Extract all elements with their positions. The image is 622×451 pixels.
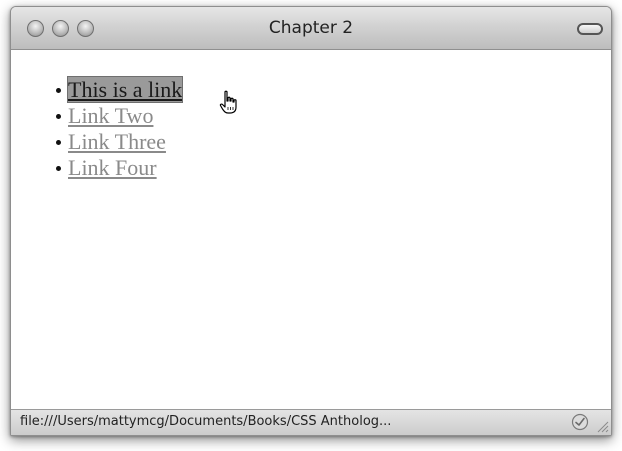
bullet-icon <box>56 88 61 93</box>
status-url: file:///Users/mattymcg/Documents/Books/C… <box>20 414 392 429</box>
link-4[interactable]: Link Four <box>68 155 157 180</box>
link-2[interactable]: Link Two <box>68 103 153 128</box>
title-bar[interactable]: Chapter 2 <box>11 7 611 50</box>
status-bar: file:///Users/mattymcg/Documents/Books/C… <box>11 409 611 435</box>
list-item: Link Three <box>56 129 182 155</box>
list-item: This is a link <box>56 76 184 103</box>
bullet-icon <box>56 114 61 119</box>
toolbar-toggle-button[interactable] <box>577 23 603 35</box>
bullet-icon <box>56 140 61 145</box>
check-icon <box>571 413 589 431</box>
bullet-icon <box>56 166 61 171</box>
list-item: Link Four <box>56 155 182 181</box>
pointing-hand-cursor-icon <box>219 90 237 114</box>
link-1[interactable]: This is a link <box>66 76 184 103</box>
page-content: This is a link Link Two Link Three Link … <box>11 50 611 410</box>
link-3[interactable]: Link Three <box>68 129 166 154</box>
resize-grip-icon[interactable] <box>595 419 609 433</box>
link-list: This is a link Link Two Link Three Link … <box>56 76 184 181</box>
browser-window: Chapter 2 This is a link Link Two Link T… <box>10 6 612 436</box>
list-item: Link Two <box>56 103 182 129</box>
window-title: Chapter 2 <box>268 18 354 38</box>
